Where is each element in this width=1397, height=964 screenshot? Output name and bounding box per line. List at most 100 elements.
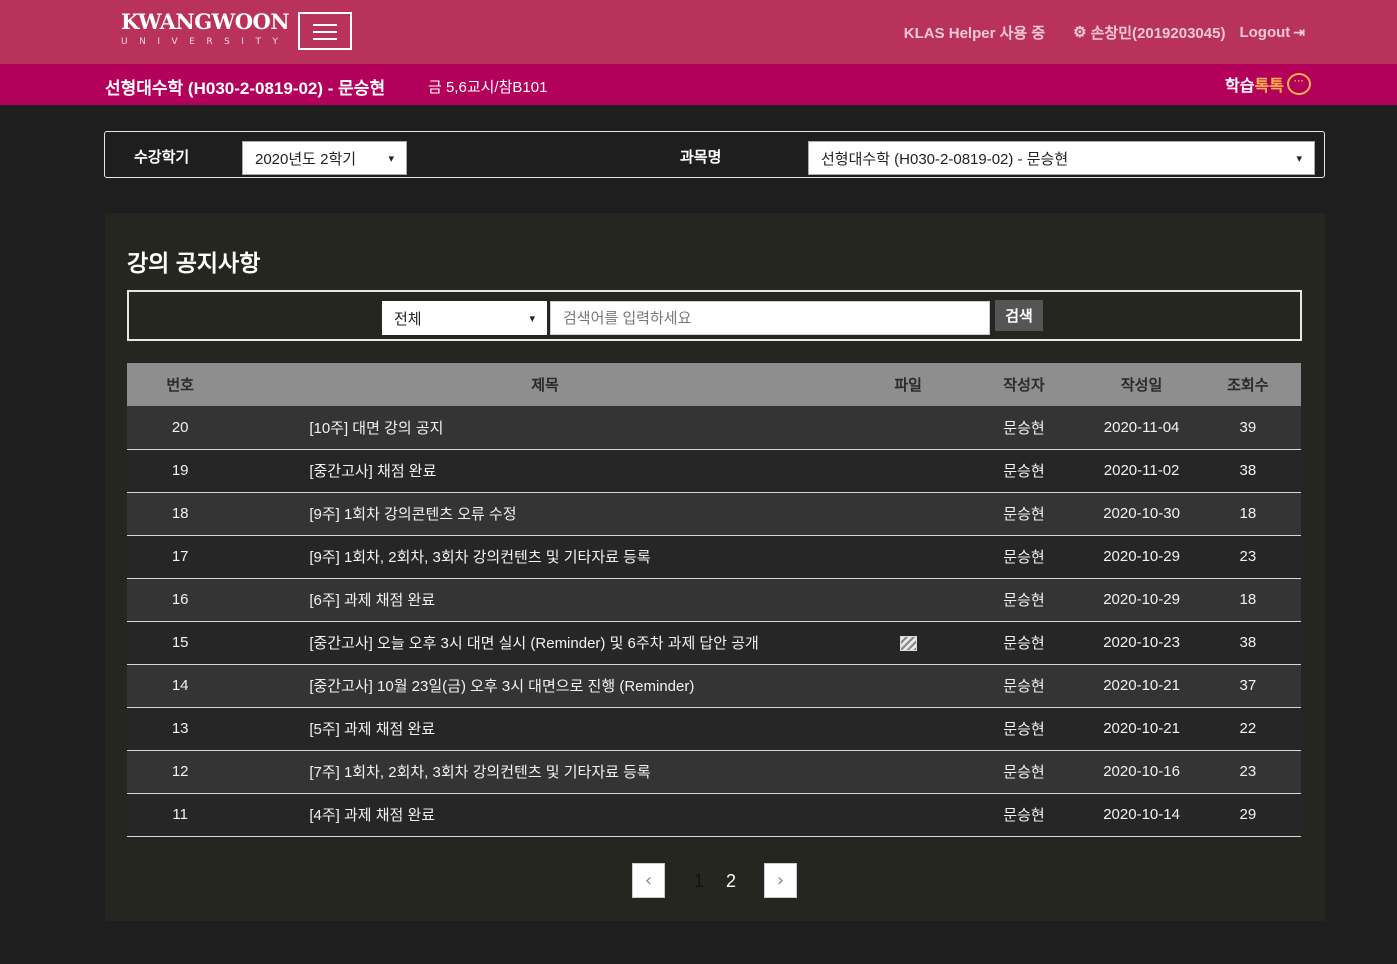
cell-author: 문승현 <box>1003 721 1045 738</box>
cell-title[interactable]: [9주] 1회차 강의콘텐츠 오류 수정 <box>233 492 856 535</box>
cell-number: 18 <box>171 505 189 522</box>
table-row[interactable]: 18 [9주] 1회차 강의콘텐츠 오류 수정 문승현 2020-10-30 18 <box>127 492 1301 535</box>
chevron-down-icon: ▾ <box>388 152 394 165</box>
cell-views: 22 <box>1239 720 1257 737</box>
university-logo[interactable]: KWANGWOON UNIVERSITY <box>121 9 290 52</box>
gear-icon: ⚙ <box>1073 24 1087 41</box>
course-bar: 선형대수학 (H030-2-0819-02) - 문승현 금 5,6교시/참B1… <box>0 64 1397 105</box>
chat-bubble-icon: ··· <box>1286 73 1311 95</box>
column-header-number: 번호 <box>166 377 194 394</box>
logo-main-text: KWANGWOON <box>121 9 290 34</box>
chevron-left-icon: ‹ <box>644 870 653 891</box>
semester-select[interactable]: 2020년도 2학기 ▾ <box>242 141 407 175</box>
cell-author: 문승현 <box>1003 807 1045 824</box>
talk-label-left: 학습 <box>1225 78 1255 95</box>
cell-title[interactable]: [6주] 과제 채점 완료 <box>233 578 856 621</box>
logout-icon: ⇥ <box>1293 23 1305 40</box>
search-button[interactable]: 검색 <box>995 300 1043 331</box>
table-row[interactable]: 15 [중간고사] 오늘 오후 3시 대면 실시 (Reminder) 및 6주차… <box>127 621 1301 664</box>
talk-label-right: 톡톡 <box>1254 78 1284 95</box>
attachment-icon[interactable] <box>899 635 917 651</box>
cell-author: 문승현 <box>1003 549 1045 566</box>
cell-file <box>857 578 960 621</box>
cell-title[interactable]: [중간고사] 10월 23일(금) 오후 3시 대면으로 진행 (Reminde… <box>233 664 856 707</box>
cell-number: 20 <box>171 418 189 436</box>
table-row[interactable]: 11 [4주] 과제 채점 완료 문승현 2020-10-14 29 <box>127 793 1301 836</box>
column-header-file: 파일 <box>894 377 922 394</box>
subject-label: 과목명 <box>680 149 722 166</box>
cell-views: 39 <box>1239 418 1257 436</box>
column-header-author: 작성자 <box>1003 377 1045 394</box>
table-row[interactable]: 19 [중간고사] 채점 완료 문승현 2020-11-02 38 <box>127 449 1301 492</box>
hamburger-icon <box>313 24 337 26</box>
top-navbar: KWANGWOON UNIVERSITY KLAS Helper 사용 중 ⚙ … <box>0 0 1397 64</box>
table-row[interactable]: 20 [10주] 대면 강의 공지 문승현 2020-11-04 39 <box>127 406 1301 449</box>
table-row[interactable]: 12 [7주] 1회차, 2회차, 3회차 강의컨텐츠 및 기타자료 등록 문승현 2… <box>127 750 1301 793</box>
column-header-date: 작성일 <box>1120 377 1163 394</box>
cell-title[interactable]: [중간고사] 채점 완료 <box>233 449 856 492</box>
cell-number: 19 <box>171 462 189 479</box>
page-number[interactable]: 2 <box>726 871 736 892</box>
cell-author: 문승현 <box>1003 635 1045 652</box>
user-menu: KLAS Helper 사용 중 ⚙ 손창민(2019203045) Logou… <box>904 21 1305 43</box>
cell-file <box>857 535 960 578</box>
table-row[interactable]: 16 [6주] 과제 채점 완료 문승현 2020-10-29 18 <box>127 578 1301 621</box>
cell-file <box>857 750 960 793</box>
cell-number: 15 <box>171 634 189 651</box>
cell-number: 11 <box>172 806 188 823</box>
cell-file <box>857 621 960 664</box>
search-bar: 전체 ▾ 검색 <box>127 290 1302 341</box>
cell-author: 문승현 <box>1003 592 1045 609</box>
cell-date: 2020-10-23 <box>1103 634 1180 651</box>
chevron-down-icon: ▾ <box>1296 152 1302 165</box>
cell-title[interactable]: [4주] 과제 채점 완료 <box>233 793 856 836</box>
cell-views: 23 <box>1239 763 1257 780</box>
cell-date: 2020-11-04 <box>1103 418 1180 436</box>
page-number-current[interactable]: 1 <box>694 871 704 892</box>
cell-title[interactable]: [7주] 1회차, 2회차, 3회차 강의컨텐츠 및 기타자료 등록 <box>233 750 856 793</box>
cell-date: 2020-10-21 <box>1103 720 1180 737</box>
cell-date: 2020-10-29 <box>1103 548 1180 565</box>
table-header-row: 번호 제목 파일 작성자 작성일 조회수 <box>127 363 1301 406</box>
search-filter-select[interactable]: 전체 ▾ <box>382 301 547 335</box>
course-time-room: 금 5,6교시/참B101 <box>428 79 548 96</box>
table-row[interactable]: 14 [중간고사] 10월 23일(금) 오후 3시 대면으로 진행 (Remin… <box>127 664 1301 707</box>
next-page-button[interactable]: › <box>764 863 797 898</box>
helper-status: KLAS Helper 사용 중 <box>903 24 1046 42</box>
course-selector-bar: 수강학기 2020년도 2학기 ▾ 과목명 선형대수학 (H030-2-0819… <box>104 131 1325 178</box>
previous-page-button[interactable]: ‹ <box>632 863 665 898</box>
search-input[interactable] <box>550 301 990 335</box>
column-header-title: 제목 <box>531 377 559 394</box>
cell-views: 38 <box>1239 462 1257 479</box>
cell-author: 문승현 <box>1003 463 1045 480</box>
notice-rows: 20 [10주] 대면 강의 공지 문승현 2020-11-04 39 19 [중간고사] … <box>127 406 1301 836</box>
cell-file <box>857 707 960 750</box>
cell-author: 문승현 <box>1003 419 1045 437</box>
column-header-views: 조회수 <box>1227 377 1269 394</box>
subject-select[interactable]: 선형대수학 (H030-2-0819-02) - 문승현 ▾ <box>808 141 1315 175</box>
cell-views: 29 <box>1239 806 1257 823</box>
table-row[interactable]: 17 [9주] 1회차, 2회차, 3회차 강의컨텐츠 및 기타자료 등록 문승현 2… <box>127 535 1301 578</box>
table-row[interactable]: 13 [5주] 과제 채점 완료 문승현 2020-10-21 22 <box>127 707 1301 750</box>
cell-date: 2020-10-29 <box>1103 591 1180 608</box>
cell-number: 12 <box>171 763 189 780</box>
user-info[interactable]: ⚙ 손창민(2019203045) <box>1073 22 1225 43</box>
cell-title[interactable]: [9주] 1회차, 2회차, 3회차 강의컨텐츠 및 기타자료 등록 <box>233 535 856 578</box>
user-name: 손창민(2019203045) <box>1090 24 1226 42</box>
logo-sub-text: UNIVERSITY <box>121 37 290 47</box>
logout-link[interactable]: Logout ⇥ <box>1239 24 1305 41</box>
menu-button[interactable] <box>298 12 352 50</box>
cell-views: 38 <box>1239 634 1257 651</box>
cell-number: 16 <box>171 591 189 608</box>
semester-label: 수강학기 <box>134 149 190 166</box>
cell-author: 문승현 <box>1003 506 1045 523</box>
cell-title[interactable]: [5주] 과제 채점 완료 <box>233 707 856 750</box>
cell-date: 2020-10-30 <box>1103 505 1180 522</box>
study-talk-link[interactable]: 학습 톡톡 ··· <box>1225 72 1311 96</box>
page-title: 강의 공지사항 <box>127 250 261 276</box>
cell-views: 23 <box>1239 548 1257 565</box>
cell-file <box>857 406 960 449</box>
cell-author: 문승현 <box>1003 678 1045 695</box>
cell-title[interactable]: [10주] 대면 강의 공지 <box>233 406 856 449</box>
cell-title[interactable]: [중간고사] 오늘 오후 3시 대면 실시 (Reminder) 및 6주차 과… <box>233 621 856 664</box>
